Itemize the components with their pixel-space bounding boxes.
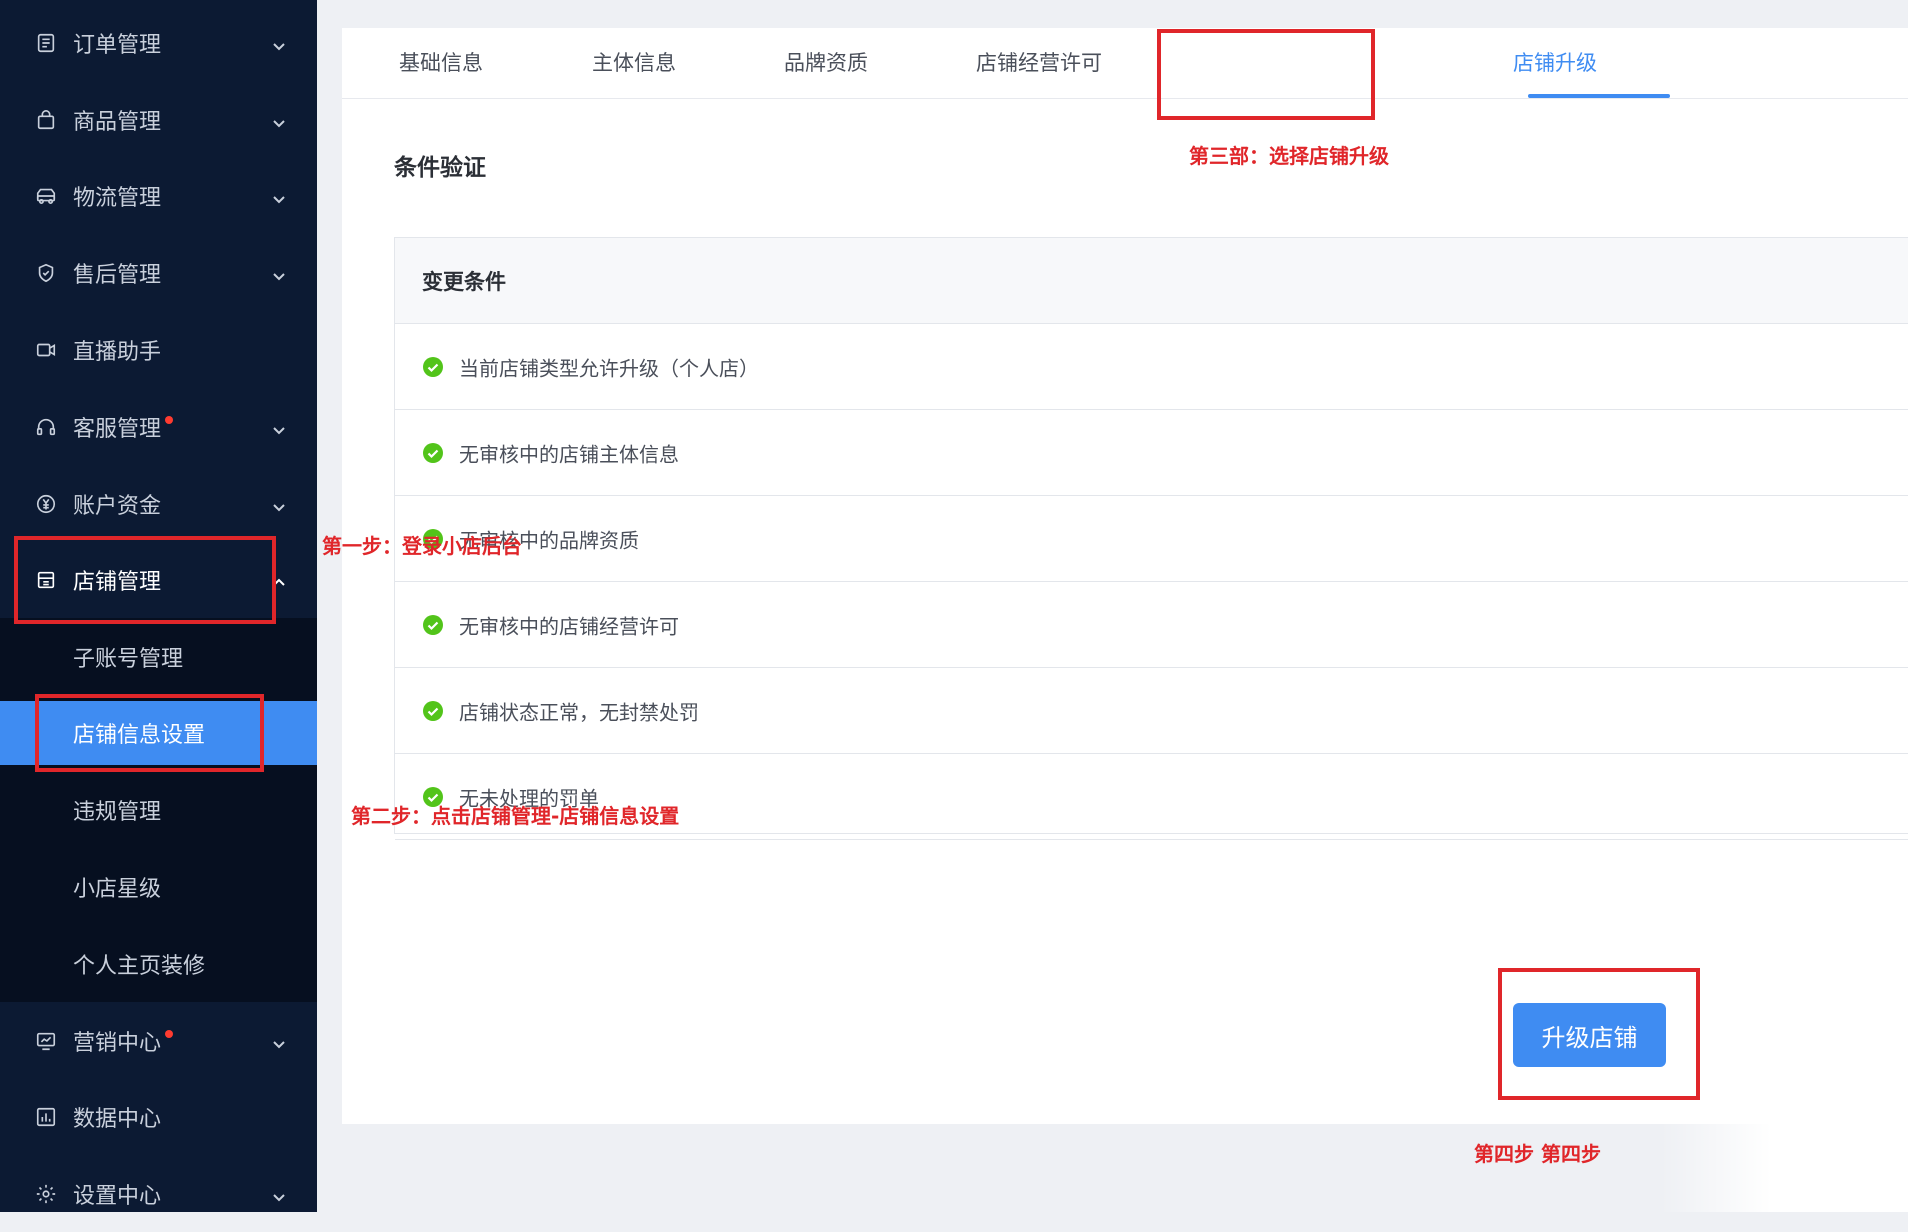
check-circle-icon xyxy=(423,442,443,463)
sidebar: 订单管理 商品管理 物流管理 售后管理 直播助手 客服管理 账户资金 店铺管理 … xyxy=(0,0,317,1212)
sidebar-item-label: 商品管理 xyxy=(73,109,162,135)
video-camera-icon xyxy=(34,338,58,362)
submenu-item-label: 个人主页装修 xyxy=(73,953,206,979)
store-icon xyxy=(34,568,58,592)
chevron-down-icon xyxy=(271,1033,287,1049)
truck-icon xyxy=(34,184,58,208)
chart-board-icon xyxy=(34,1029,58,1053)
sidebar-item-label: 店铺管理 xyxy=(73,569,162,595)
condition-text: 无审核中的店铺主体信息 xyxy=(459,442,679,466)
tab-store-upgrade[interactable]: 店铺升级 xyxy=(1513,28,1597,98)
sidebar-item-label: 订单管理 xyxy=(73,32,162,58)
annotation-step-2: 第二步：点击店铺管理-店铺信息设置 xyxy=(351,804,680,828)
notification-dot xyxy=(165,1029,174,1038)
table-row: 无审核中的店铺主体信息 xyxy=(395,410,1908,496)
chevron-up-icon xyxy=(271,572,287,588)
chevron-down-icon xyxy=(271,496,287,512)
headset-icon xyxy=(34,415,58,439)
sidebar-item-label: 账户资金 xyxy=(73,493,162,519)
active-tab-indicator xyxy=(1528,94,1670,98)
condition-text: 无审核中的店铺经营许可 xyxy=(459,614,679,638)
sidebar-item-logistics[interactable]: 物流管理 xyxy=(0,157,317,234)
sidebar-item-products[interactable]: 商品管理 xyxy=(0,81,317,158)
sidebar-item-label: 设置中心 xyxy=(73,1183,162,1209)
sidebar-item-label: 数据中心 xyxy=(73,1106,162,1132)
condition-text: 店铺状态正常，无封禁处罚 xyxy=(459,700,699,724)
sidebar-item-label: 营销中心 xyxy=(73,1030,162,1056)
submenu-item-label: 违规管理 xyxy=(73,799,162,825)
tab-business-license[interactable]: 店铺经营许可 xyxy=(976,28,1102,98)
annotation-step-1: 第一步：登录小店后台 xyxy=(322,534,522,558)
shopping-bag-icon xyxy=(34,108,58,132)
table-row: 无审核中的品牌资质 xyxy=(395,496,1908,582)
sidebar-item-account-funds[interactable]: 账户资金 xyxy=(0,465,317,542)
chevron-down-icon xyxy=(271,419,287,435)
gear-icon xyxy=(34,1182,58,1206)
sidebar-item-marketing[interactable]: 营销中心 xyxy=(0,1002,317,1079)
tab-bar: 基础信息 主体信息 品牌资质 店铺经营许可 店铺升级 xyxy=(342,28,1908,99)
tab-brand-qualification[interactable]: 品牌资质 xyxy=(784,28,868,98)
section-title: 条件验证 xyxy=(394,155,486,181)
chevron-down-icon xyxy=(271,112,287,128)
sidebar-item-label: 物流管理 xyxy=(73,185,162,211)
sidebar-item-label: 售后管理 xyxy=(73,262,162,288)
corner-fade xyxy=(1660,1124,1908,1212)
yen-coin-icon xyxy=(34,492,58,516)
tab-entity-info[interactable]: 主体信息 xyxy=(592,28,676,98)
condition-text: 当前店铺类型允许升级（个人店） xyxy=(459,356,759,380)
sidebar-item-label: 客服管理 xyxy=(73,416,162,442)
sidebar-item-store-management[interactable]: 店铺管理 xyxy=(0,541,317,618)
submenu-item-label: 子账号管理 xyxy=(73,646,184,672)
tab-basic-info[interactable]: 基础信息 xyxy=(399,28,483,98)
main-panel: 基础信息 主体信息 品牌资质 店铺经营许可 店铺升级 条件验证 变更条件 当前店… xyxy=(342,28,1908,1124)
check-circle-icon xyxy=(423,614,443,635)
sidebar-item-data-center[interactable]: 数据中心 xyxy=(0,1078,317,1155)
submenu-item-store-rating[interactable]: 小店星级 xyxy=(0,848,317,925)
table-header: 变更条件 xyxy=(395,238,1908,324)
submenu-item-sub-accounts[interactable]: 子账号管理 xyxy=(0,618,317,695)
sidebar-item-orders[interactable]: 订单管理 xyxy=(0,4,317,81)
notification-dot xyxy=(165,415,174,424)
bar-chart-icon xyxy=(34,1105,58,1129)
chevron-down-icon xyxy=(271,265,287,281)
sidebar-item-after-sales[interactable]: 售后管理 xyxy=(0,234,317,311)
table-header-label: 变更条件 xyxy=(422,269,506,294)
chevron-down-icon xyxy=(271,35,287,51)
shield-check-icon xyxy=(34,261,58,285)
table-row: 无审核中的店铺经营许可 xyxy=(395,582,1908,668)
sidebar-item-settings[interactable]: 设置中心 xyxy=(0,1155,317,1232)
submenu-item-homepage-decoration[interactable]: 个人主页装修 xyxy=(0,925,317,1002)
chevron-down-icon xyxy=(271,188,287,204)
check-circle-icon xyxy=(423,700,443,721)
check-circle-icon xyxy=(423,356,443,377)
table-row: 店铺状态正常，无封禁处罚 xyxy=(395,668,1908,754)
annotation-step-4: 第四步 第四步 xyxy=(1474,1142,1601,1166)
sidebar-item-label: 直播助手 xyxy=(73,339,162,365)
conditions-table: 变更条件 当前店铺类型允许升级（个人店） 无审核中的店铺主体信息 无审核中的品牌… xyxy=(394,237,1908,840)
sidebar-item-live-assistant[interactable]: 直播助手 xyxy=(0,311,317,388)
order-icon xyxy=(34,31,58,55)
submenu-item-store-info-settings[interactable]: 店铺信息设置 xyxy=(0,701,317,765)
sidebar-item-customer-service[interactable]: 客服管理 xyxy=(0,388,317,465)
annotation-step-3: 第三部：选择店铺升级 xyxy=(1189,144,1389,168)
chevron-down-icon xyxy=(271,1186,287,1202)
submenu-item-label: 店铺信息设置 xyxy=(73,723,206,748)
upgrade-store-button[interactable]: 升级店铺 xyxy=(1513,1003,1666,1067)
table-row: 当前店铺类型允许升级（个人店） xyxy=(395,324,1908,410)
submenu-item-label: 小店星级 xyxy=(73,876,162,902)
submenu-item-violations[interactable]: 违规管理 xyxy=(0,771,317,848)
